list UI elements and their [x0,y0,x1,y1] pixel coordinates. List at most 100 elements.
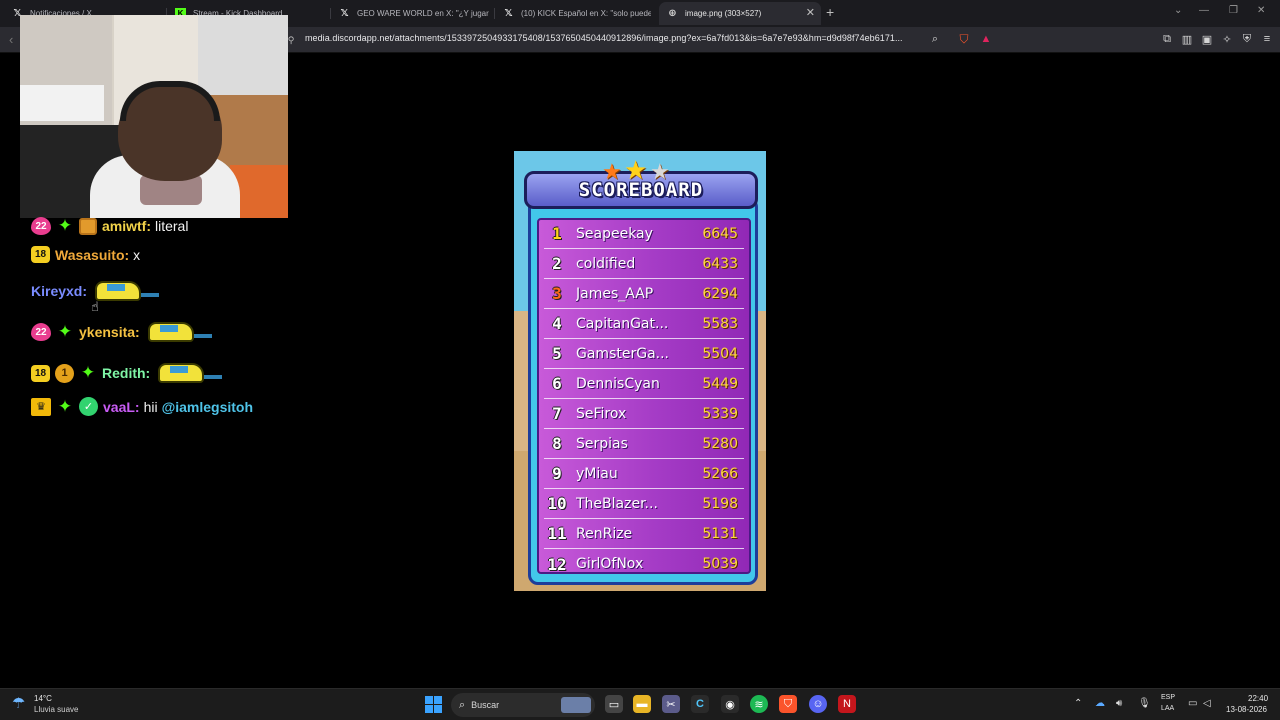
scoreboard-score: 5339 [702,405,738,422]
tab-geo-ware-world[interactable]: 𝕏 GEO WARE WORLD en X: "¿Y jugar M [331,2,491,25]
search-highlight-image [561,697,591,713]
scoreboard-row: 4 CapitanGat... 5583 [544,309,744,339]
weather-description[interactable]: Lluvia suave [34,705,78,714]
x-logo-icon: 𝕏 [504,8,513,19]
scoreboard-score: 5583 [702,315,738,332]
onedrive-icon[interactable]: ☁ [1095,698,1105,709]
new-tab-button[interactable]: + [826,4,834,20]
scoreboard-rank: 5 [552,344,562,363]
scoreboard-player-name: RenRize [576,525,633,542]
volume-icon[interactable]: ◁ [1203,698,1211,709]
chat-message: ♛ ✦ ✓ vaaL: hii @iamlegsitoh [31,397,253,416]
clock-time[interactable]: 22:40 [1248,694,1268,703]
tab-kick-espanol[interactable]: 𝕏 (10) KICK Español en X: "solo puedes [495,2,655,25]
microphone-icon[interactable]: 🎙︎ [1138,698,1151,709]
snipping-tool-icon[interactable]: ✂ [662,695,680,713]
menu-icon[interactable]: ≡ [1260,32,1274,46]
zoom-icon[interactable]: ⌕ [928,32,942,46]
weather-temperature[interactable]: 14°C [34,694,52,703]
brave-rewards-icon[interactable]: ▲ [979,32,993,46]
chat-username[interactable]: amiwtf: [102,218,151,234]
tab-title: image.png (303×527) [685,9,762,18]
file-explorer-icon[interactable]: ▬ [633,695,651,713]
scoreboard-row: 8 Serpias 5280 [544,429,744,459]
cam-shelf [20,85,104,121]
scoreboard-rank: 12 [547,554,567,574]
scoreboard-player-name: yMiau [576,465,618,482]
scoreboard-image: SCOREBOARD ★ ★ ★ 1 Seapeekay 6645 2 coldifie… [514,151,766,591]
chat-username[interactable]: vaaL: [103,399,140,415]
scoreboard-rank: 3 [552,284,562,303]
wallet-icon[interactable]: ▣ [1200,32,1214,46]
x-logo-icon: 𝕏 [340,8,349,19]
chat-username[interactable]: Wasasuito: [55,247,129,263]
scoreboard-score: 5131 [702,525,738,542]
brave-browser-icon[interactable]: ⛉ [779,695,797,713]
minimize-icon[interactable]: — [1199,5,1209,16]
brave-shields-icon[interactable]: ⛉ [957,32,971,46]
scoreboard-score: 6433 [702,255,738,272]
subscriber-badge: 18 [31,246,50,263]
scoreboard-score: 5504 [702,345,738,362]
star-gold-icon: ★ [624,155,648,185]
clock-date[interactable]: 13-08-2026 [1226,705,1267,714]
language-indicator[interactable]: ESP [1161,694,1175,701]
tray-overflow-chevron-icon[interactable]: ⌃ [1074,698,1082,709]
chat-text: hii [143,398,158,415]
scoreboard-row: 2 coldified 6433 [544,249,744,279]
scoreboard-rank: 1 [552,224,562,243]
back-icon[interactable]: ‹ [9,32,13,47]
scoreboard-player-name: James_AAP [576,285,654,302]
spotify-icon[interactable]: ≋ [750,695,768,713]
tab-title: GEO WARE WORLD en X: "¿Y jugar M [357,9,489,18]
maximize-icon[interactable]: ❐ [1229,5,1238,16]
sidebar-icon[interactable]: ▥ [1180,32,1194,46]
netflix-icon[interactable]: N [838,695,856,713]
scoreboard-score: 5280 [702,435,738,452]
close-tab-icon[interactable]: ✕ [806,6,815,19]
close-window-icon[interactable]: ✕ [1257,5,1265,16]
sparkle-badge-icon: ✦ [57,216,73,235]
chat-message: 22 ✦ ykensita: [31,314,214,350]
vpn-icon[interactable]: ⛨ [1240,32,1254,46]
scoreboard-player-name: Seapeekay [576,225,653,242]
scoreboard-row: 9 yMiau 5266 [544,459,744,489]
scoreboard-row: 7 SeFirox 5339 [544,399,744,429]
speaker-tray-icon[interactable]: 🔊︎ [1116,698,1122,709]
subscriber-badge: 18 [31,364,50,382]
network-icon[interactable]: ▭ [1188,698,1197,709]
scoreboard-score: 6645 [702,225,738,242]
scoreboard-score: 5039 [702,556,738,572]
taskbar-search[interactable]: ⌕ Buscar [451,693,595,717]
task-view-icon[interactable]: ▭ [605,695,623,713]
leo-ai-icon[interactable]: ✧ [1220,32,1234,46]
chat-username[interactable]: Kireyxd: [31,283,87,299]
discord-icon[interactable]: ☺ [809,695,827,713]
search-placeholder: Buscar [471,700,500,710]
address-bar[interactable]: media.discordapp.net/attachments/1533972… [305,33,903,43]
scoreboard-row: 6 DennisCyan 5449 [544,369,744,399]
tab-search-chevron-icon[interactable]: ⌄ [1174,5,1182,16]
keyboard-layout-indicator[interactable]: LAA [1161,705,1174,712]
cam-wall [198,15,288,105]
scoreboard-score: 5266 [702,465,738,482]
car-emote [152,355,224,391]
scoreboard-player-name: CapitanGat... [576,315,669,332]
obs-icon[interactable]: ◉ [721,695,739,713]
scoreboard-score: 5449 [702,375,738,392]
scoreboard-rank: 9 [552,464,562,483]
chat-username[interactable]: Redith: [102,365,150,381]
weather-rain-icon[interactable]: ☂ [12,694,32,714]
tab-image-png[interactable]: ⊕ image.png (303×527) ✕ [659,2,821,25]
app-c-icon[interactable]: C [691,695,709,713]
scoreboard-score: 5198 [702,495,738,512]
windows-start-icon[interactable] [425,696,442,713]
scoreboard-rank: 2 [552,254,562,273]
scoreboard-rank: 10 [547,494,567,513]
scoreboard-row: 5 GamsterGa... 5504 [544,339,744,369]
extensions-icon[interactable]: ⧉ [1160,32,1174,46]
chat-message: 18 1 ✦ Redith: [31,355,224,391]
chat-mention[interactable]: @iamlegsitoh [162,399,253,415]
chat-username[interactable]: ykensita: [79,324,140,340]
hand-cursor-icon: ☝ [91,299,99,314]
